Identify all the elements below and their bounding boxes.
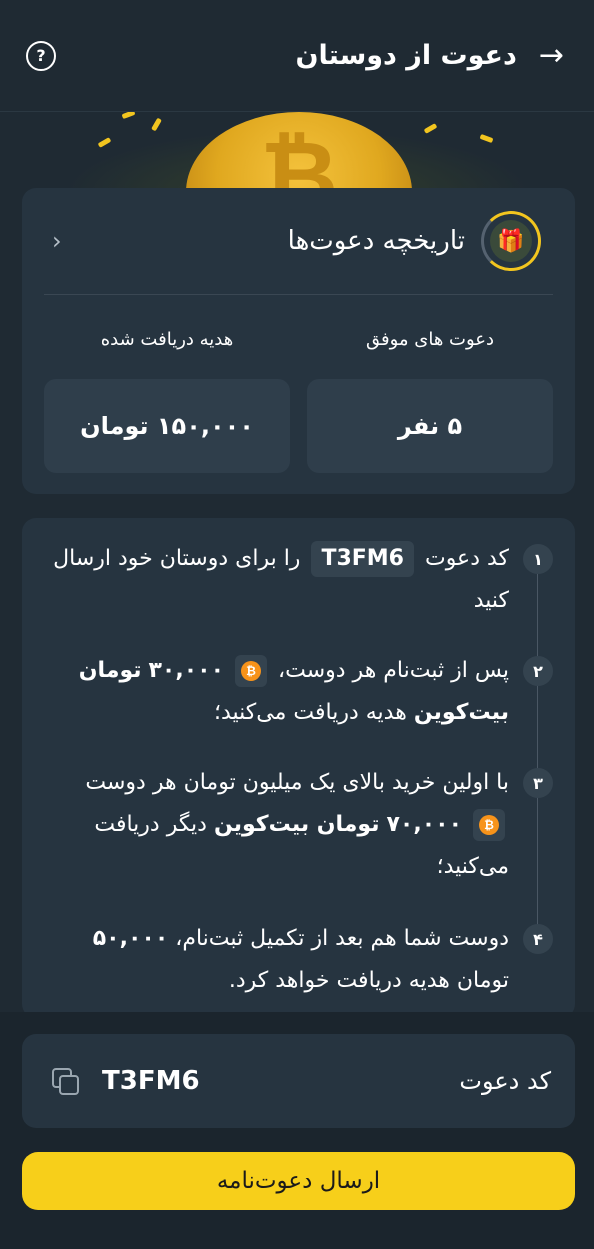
bitcoin-icon: ₿ [259,120,339,192]
confetti [97,137,112,148]
stat-successful-invites: دعوت های موفق ۵ نفر [307,329,553,473]
step-text: پس از ثبت‌نام هر دوست، ₿ ۳۰,۰۰۰ تومان بی… [53,650,509,734]
stat-received-gift: هدیه دریافت شده ۱۵۰,۰۰۰ تومان [44,329,290,473]
invite-code-chip: T3FM6 [311,541,414,577]
step-text-part: هدیه دریافت می‌کنید؛ [213,700,407,725]
page-title: دعوت از دوستان [295,40,517,71]
confetti [121,112,136,120]
bitcoin-coin-image: ₿ [186,112,412,192]
confetti [479,133,494,144]
divider [44,294,553,295]
step-text-part: تومان هدیه دریافت خواهد کرد. [228,968,509,993]
stat-value: ۵ نفر [307,379,553,473]
arrow-right-icon[interactable]: → [539,40,564,71]
step-number: ۲ [523,656,553,686]
header-title-group: → دعوت از دوستان [296,40,565,71]
step-text-part: با اولین خرید بالای یک میلیون تومان هر د… [85,770,509,795]
bottom-panel: کد دعوت T3FM6 ارسال دعوت‌نامه [0,1012,594,1249]
step-amount: ۷۰,۰۰۰ [386,812,463,837]
step-text: دوست شما هم بعد از تکمیل ثبت‌نام، ۵۰,۰۰۰… [53,918,509,1002]
confetti [423,123,438,134]
step-text-part: پس از ثبت‌نام هر دوست، [278,658,509,683]
step-amount: ۵۰,۰۰۰ [92,926,169,951]
app-header: → دعوت از دوستان ? [0,0,594,112]
gift-progress-ring: 🎁 [481,211,541,271]
stat-label: هدیه دریافت شده [100,329,234,350]
step-number: ۴ [523,924,553,954]
step-item: ۲ پس از ثبت‌نام هر دوست، ₿ ۳۰,۰۰۰ تومان … [53,650,553,734]
question-circle-icon[interactable]: ? [26,40,56,71]
stat-label: دعوت های موفق [365,329,495,350]
stats-row: دعوت های موفق ۵ نفر هدیه دریافت شده ۱۵۰,… [22,329,575,473]
invite-code-label: کد دعوت [459,1067,551,1095]
stat-value: ۱۵۰,۰۰۰ تومان [44,379,290,473]
copy-icon[interactable] [50,1066,80,1096]
step-text-part: دوست شما هم بعد از تکمیل ثبت‌نام، [175,926,509,951]
steps-card: ۱ کد دعوت T3FM6 را برای دوستان خود ارسال… [22,518,575,1018]
send-invitation-button[interactable]: ارسال دعوت‌نامه [22,1152,575,1210]
step-amount: ۳۰,۰۰۰ [148,658,225,683]
invite-history-link[interactable]: 🎁 تاریخچه دعوت‌ها ‹ [22,188,575,294]
invite-code-value: T3FM6 [102,1066,200,1096]
step-item: ۳ با اولین خرید بالای یک میلیون تومان هر… [53,762,553,888]
step-text: کد دعوت T3FM6 را برای دوستان خود ارسال ک… [53,538,509,622]
invite-code-card: کد دعوت T3FM6 [22,1034,575,1128]
history-title: تاریخچه دعوت‌ها [287,226,465,256]
step-number: ۳ [523,768,553,798]
gift-icon: 🎁 [490,220,532,262]
chevron-left-icon[interactable]: ‹ [52,227,62,255]
bitcoin-icon: ₿ [473,809,505,841]
step-item: ۴ دوست شما هم بعد از تکمیل ثبت‌نام، ۵۰,۰… [53,918,553,1002]
confetti [151,117,162,132]
step-text: با اولین خرید بالای یک میلیون تومان هر د… [53,762,509,888]
bitcoin-icon: ₿ [235,655,267,687]
hero-banner: ₿ [0,112,594,192]
step-text-part: کد دعوت [424,546,509,571]
invite-history-card: 🎁 تاریخچه دعوت‌ها ‹ دعوت های موفق ۵ نفر … [22,188,575,494]
step-number: ۱ [523,544,553,574]
step-item: ۱ کد دعوت T3FM6 را برای دوستان خود ارسال… [53,538,553,622]
invite-code-group: T3FM6 [50,1066,200,1096]
history-title-group: 🎁 تاریخچه دعوت‌ها [288,211,541,271]
step-bold-text: تومان بیت‌کوین [213,812,380,837]
